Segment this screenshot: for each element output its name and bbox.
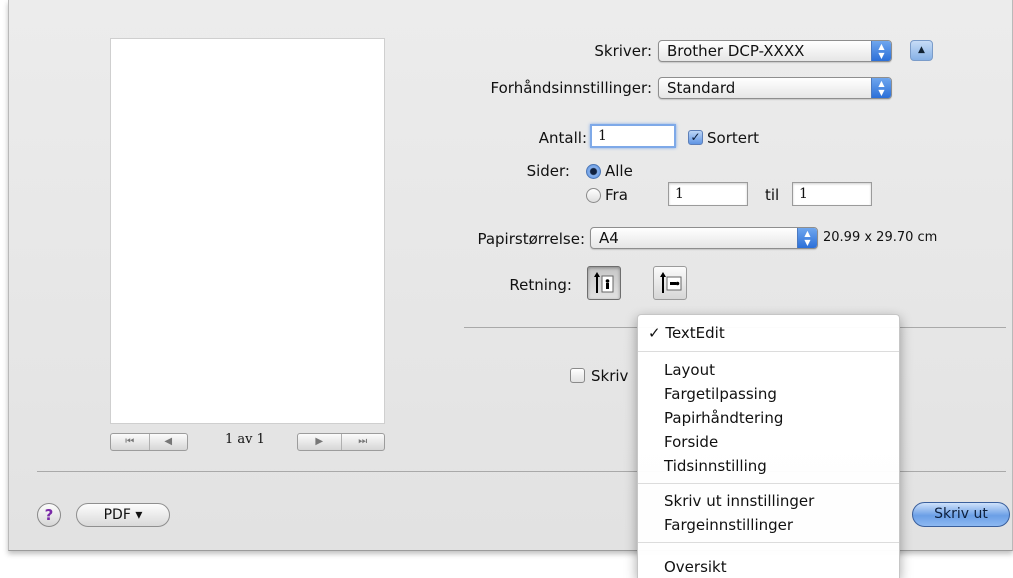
menu-item-cover-page[interactable]: Forside	[664, 433, 718, 451]
menu-separator	[638, 542, 899, 543]
pages-all-label: Alle	[605, 162, 633, 180]
menu-item-print-settings[interactable]: Skriv ut innstillinger	[664, 492, 814, 510]
menu-item-scheduler[interactable]: Tidsinnstilling	[664, 457, 767, 475]
pages-label: Sider:	[526, 162, 570, 180]
copies-label: Antall:	[538, 129, 587, 147]
landscape-button[interactable]	[653, 266, 687, 300]
portrait-icon	[594, 272, 614, 293]
printer-popup[interactable]: Brother DCP-XXXX ▲ ▼	[658, 40, 892, 62]
menu-item-color-matching[interactable]: Fargetilpassing	[664, 385, 777, 403]
first-page-button[interactable]: ⏮	[111, 434, 149, 450]
disclosure-button[interactable]: ▲	[910, 40, 933, 61]
popup-arrows-icon: ▲ ▼	[871, 78, 891, 98]
pages-from-input[interactable]: 1	[668, 182, 748, 206]
menu-item-paper-handling[interactable]: Papirhåndtering	[664, 409, 783, 427]
option-checkbox[interactable]	[570, 368, 585, 383]
pages-to-input[interactable]: 1	[792, 182, 872, 206]
pager-back-group: ⏮ ◀	[110, 433, 188, 451]
printer-label: Skriver:	[594, 42, 652, 60]
menu-item-layout[interactable]: Layout	[664, 361, 715, 379]
portrait-button[interactable]	[587, 266, 621, 300]
option-checkbox-label: Skriv	[591, 367, 629, 385]
presets-label: Forhåndsinnstillinger:	[490, 79, 652, 97]
paper-dimensions: 20.99 x 29.70 cm	[823, 230, 938, 245]
last-page-button[interactable]: ⏭	[340, 434, 385, 450]
menu-separator	[638, 483, 899, 484]
collate-label: Sortert	[707, 129, 760, 147]
pager-forward-group: ▶ ⏭	[297, 433, 385, 451]
paper-size-label: Papirstørrelse:	[477, 230, 585, 248]
menu-separator	[638, 351, 899, 352]
landscape-icon	[660, 272, 682, 293]
presets-popup[interactable]: Standard ▲ ▼	[658, 77, 892, 99]
menu-item-color-settings[interactable]: Fargeinnstillinger	[664, 516, 793, 534]
pages-all-radio[interactable]	[586, 164, 601, 179]
panel-menu: ✓ TextEdit Layout Fargetilpassing Papirh…	[637, 314, 900, 578]
collate-checkbox[interactable]: ✓	[688, 130, 703, 145]
presets-value: Standard	[667, 79, 736, 97]
pages-from-label: Fra	[605, 186, 628, 204]
pages-to-label: til	[765, 186, 780, 204]
paper-size-popup[interactable]: A4 ▲ ▼	[590, 227, 818, 249]
pdf-button[interactable]: PDF ▾	[76, 503, 170, 527]
help-button[interactable]: ?	[37, 503, 61, 527]
pages-range-radio[interactable]	[586, 188, 601, 203]
popup-arrows-icon: ▲ ▼	[871, 41, 891, 61]
page-counter: 1 av 1	[225, 432, 265, 447]
menu-item-textedit[interactable]: ✓ TextEdit	[648, 324, 725, 342]
previous-page-button[interactable]: ◀	[148, 434, 188, 450]
orientation-label: Retning:	[509, 276, 572, 294]
copies-input[interactable]: 1	[590, 124, 676, 148]
paper-size-value: A4	[599, 229, 619, 247]
print-button[interactable]: Skriv ut	[912, 502, 1010, 527]
printer-value: Brother DCP-XXXX	[667, 42, 805, 60]
print-preview	[110, 38, 385, 424]
next-page-button[interactable]: ▶	[298, 434, 341, 450]
menu-item-summary[interactable]: Oversikt	[664, 558, 727, 576]
popup-arrows-icon: ▲ ▼	[797, 228, 817, 248]
